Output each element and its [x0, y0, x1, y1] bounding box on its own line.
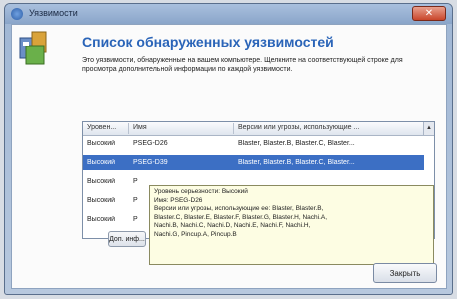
table-row-selected[interactable]: Высокий PSEG-D39 Blaster, Blaster.B, Bla…: [83, 155, 424, 170]
column-header-level[interactable]: Уровен...: [87, 124, 125, 131]
table-row[interactable]: Высокий PSEG-D26 Blaster, Blaster.B, Bla…: [83, 136, 424, 151]
tooltip-line: Blaster.C, Blaster.E, Blaster.F, Blaster…: [154, 213, 328, 221]
more-info-button[interactable]: Доп. инф...: [108, 231, 146, 247]
column-divider[interactable]: [128, 123, 129, 134]
cell-name: PSEG-D39: [133, 159, 168, 166]
cell-level: Высокий: [87, 216, 116, 223]
tooltip-line: Версии или угрозы, использующие ее: Blas…: [154, 205, 324, 212]
window-close-button[interactable]: ✕: [412, 6, 446, 21]
cell-level: Высокий: [87, 178, 116, 185]
cell-level: Высокий: [87, 159, 116, 166]
security-shield-icon: [19, 31, 47, 65]
column-header-name[interactable]: Имя: [133, 124, 203, 131]
tooltip-line: Nachi.B, Nachi.C, Nachi.D, Nachi.E, Nach…: [154, 222, 311, 229]
column-header-versions[interactable]: Версии или угрозы, использующие ...: [238, 124, 418, 131]
column-divider[interactable]: [233, 123, 234, 134]
description-text: Это уязвимости, обнаруженные на вашем ко…: [82, 57, 403, 73]
title-bar[interactable]: Уязвимости ✕: [5, 4, 452, 24]
vulnerability-tooltip: Уровень серьезности: Высокий Имя: PSEG-D…: [149, 185, 434, 265]
close-button[interactable]: Закрыть: [373, 263, 437, 283]
cell-level: Высокий: [87, 197, 116, 204]
app-icon: [11, 8, 23, 20]
cell-name: P: [133, 178, 138, 185]
scroll-up-arrow-icon[interactable]: ▲: [423, 122, 434, 135]
cell-name: PSEG-D26: [133, 140, 168, 147]
tooltip-line: Nachi.G, Рincup.A, Рincup.B: [154, 230, 237, 238]
cell-level: Высокий: [87, 140, 116, 147]
tooltip-line: Имя: PSEG-D26: [154, 196, 203, 204]
cell-versions: Blaster, Blaster.B, Blaster.C, Blaster..…: [238, 140, 355, 147]
window-title: Уязвимости: [29, 8, 78, 18]
cell-versions: Blaster, Blaster.B, Blaster.C, Blaster..…: [238, 159, 355, 166]
page-title: Список обнаруженных уязвимостей: [82, 34, 334, 50]
table-header: Уровен... Имя Версии или угрозы, использ…: [83, 122, 434, 136]
tooltip-line: Уровень серьезности: Высокий: [154, 188, 248, 195]
